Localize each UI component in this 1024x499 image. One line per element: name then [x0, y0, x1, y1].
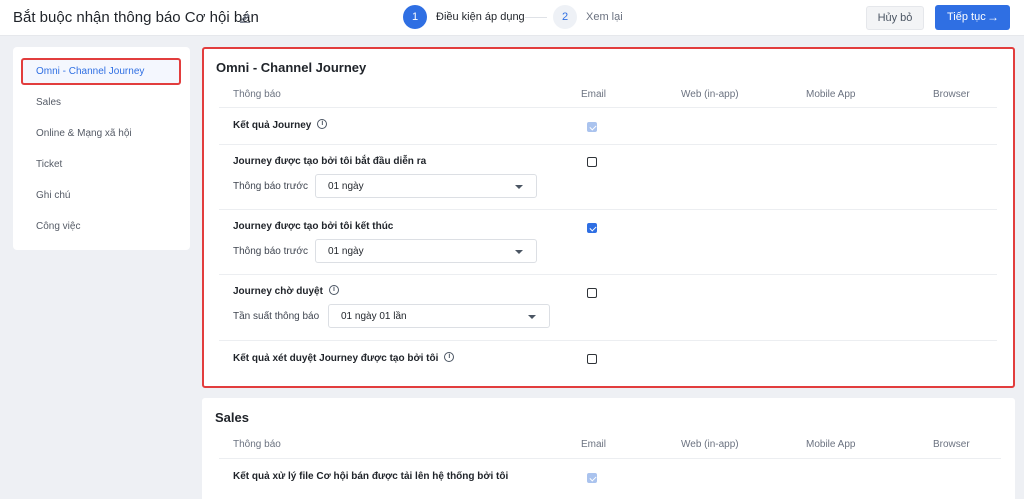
row-label-text: Journey chờ duyệt — [233, 286, 323, 297]
column-header-email: Email — [581, 89, 607, 100]
continue-button[interactable]: Tiếp tục → — [935, 5, 1010, 30]
advance-notice-label: Thông báo trước — [233, 246, 308, 257]
frequency-select[interactable]: 01 ngày 01 lần — [328, 304, 550, 328]
divider — [219, 274, 997, 275]
top-header: Bắt buộc nhận thông báo Cơ hội bán 1 Điề… — [0, 0, 1024, 36]
row-label: Journey chờ duyệt i — [233, 285, 339, 297]
advance-notice-select[interactable]: 01 ngày — [315, 174, 537, 198]
scrollbar[interactable] — [1018, 47, 1022, 499]
step-2-indicator: 2 — [553, 5, 577, 29]
sidebar-item-label: Omni - Channel Journey — [36, 66, 145, 77]
caret-down-icon — [528, 315, 536, 319]
row-label: Kết quả xử lý file Cơ hội bán được tải l… — [233, 471, 509, 482]
column-header-email: Email — [581, 439, 607, 450]
column-header-mobile: Mobile App — [806, 439, 856, 450]
omni-channel-journey-section: Omni - Channel Journey Thông báo Email W… — [202, 47, 1015, 388]
divider — [219, 144, 997, 145]
column-header-mobile: Mobile App — [806, 89, 856, 100]
email-checkbox-journey-pending[interactable] — [587, 288, 597, 298]
sidebar-item-online-social[interactable]: Online & Mạng xã hội — [36, 128, 132, 139]
section-title: Omni - Channel Journey — [216, 60, 367, 75]
info-icon[interactable]: i — [317, 119, 328, 130]
row-label: Kết quả xét duyệt Journey được tạo bởi t… — [233, 352, 455, 364]
category-sidebar: Omni - Channel Journey Sales Online & Mạ… — [13, 47, 190, 250]
row-label-text: Kết quả xét duyệt Journey được tạo bởi t… — [233, 353, 439, 364]
row-label: Journey được tạo bởi tôi kết thúc — [233, 221, 394, 232]
email-checkbox-journey-result — [587, 122, 597, 132]
info-icon[interactable]: i — [444, 352, 455, 363]
caret-down-icon — [515, 185, 523, 189]
continue-button-label: Tiếp tục — [947, 11, 986, 23]
select-value: 01 ngày 01 lần — [341, 311, 407, 322]
column-header-web: Web (in-app) — [681, 89, 739, 100]
email-checkbox-journey-end[interactable] — [587, 223, 597, 233]
select-value: 01 ngày — [328, 246, 364, 257]
cancel-button[interactable]: Hủy bỏ — [866, 6, 924, 30]
advance-notice-select[interactable]: 01 ngày — [315, 239, 537, 263]
row-label: Journey được tạo bởi tôi bắt đầu diễn ra — [233, 156, 427, 167]
column-header-notification: Thông báo — [233, 439, 281, 450]
section-title: Sales — [215, 410, 249, 425]
sidebar-item-ticket[interactable]: Ticket — [36, 159, 62, 170]
frequency-label: Tần suất thông báo — [233, 311, 320, 322]
step-2-label: Xem lại — [586, 11, 623, 23]
step-connector — [525, 17, 547, 18]
pencil-icon[interactable] — [239, 11, 251, 23]
sidebar-item-sales[interactable]: Sales — [36, 97, 61, 108]
row-label-text: Kết quả Journey — [233, 120, 312, 131]
email-checkbox-sales-file-result — [587, 473, 597, 483]
sidebar-item-tasks[interactable]: Công việc — [36, 221, 80, 232]
sidebar-item-omni-channel-journey[interactable]: Omni - Channel Journey — [21, 58, 181, 85]
arrow-right-icon: → — [987, 10, 999, 24]
email-checkbox-journey-start[interactable] — [587, 157, 597, 167]
advance-notice-label: Thông báo trước — [233, 181, 308, 192]
sales-section: Sales Thông báo Email Web (in-app) Mobil… — [202, 398, 1015, 499]
step-1-label: Điều kiện áp dụng — [436, 11, 525, 23]
divider — [219, 340, 997, 341]
select-value: 01 ngày — [328, 181, 364, 192]
divider — [219, 209, 997, 210]
info-icon[interactable]: i — [328, 285, 339, 296]
divider — [219, 107, 997, 108]
column-header-notification: Thông báo — [233, 89, 281, 100]
row-label: Kết quả Journey i — [233, 119, 328, 131]
page-title: Bắt buộc nhận thông báo Cơ hội bán — [13, 9, 259, 26]
column-header-browser: Browser — [933, 89, 970, 100]
column-header-web: Web (in-app) — [681, 439, 739, 450]
column-header-browser: Browser — [933, 439, 970, 450]
email-checkbox-approval-result[interactable] — [587, 354, 597, 364]
divider — [219, 458, 1001, 459]
sidebar-item-notes[interactable]: Ghi chú — [36, 190, 70, 201]
caret-down-icon — [515, 250, 523, 254]
step-1-indicator: 1 — [403, 5, 427, 29]
